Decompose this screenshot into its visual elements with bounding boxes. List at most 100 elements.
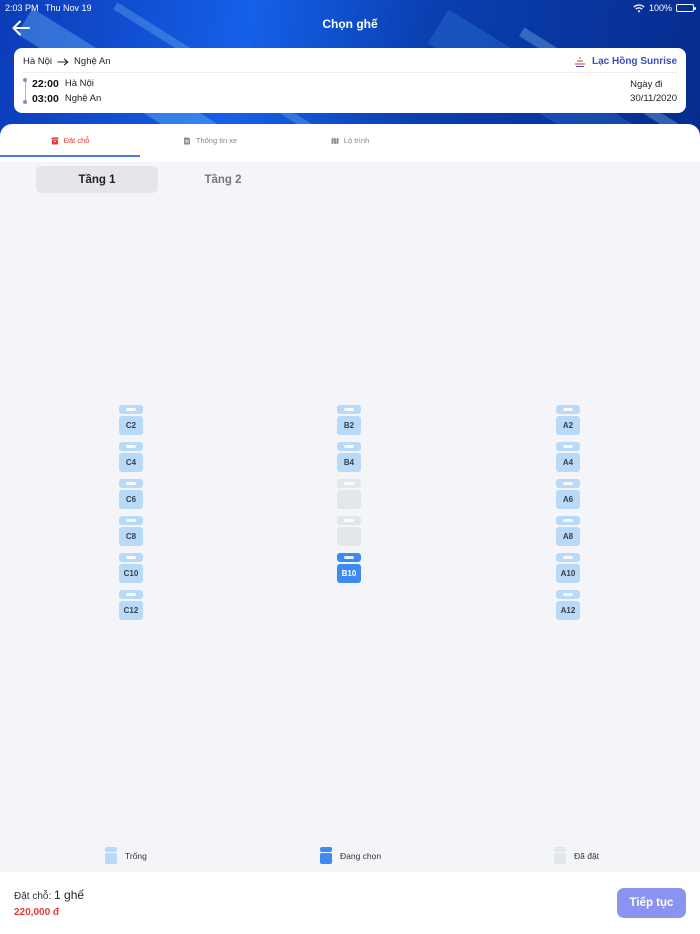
seat-b4[interactable]: B4 [337, 442, 361, 472]
bus-operator-name: Lạc Hồng Sunrise [591, 56, 677, 67]
seat-label: C12 [119, 601, 143, 620]
tab-route-label: Lộ trình [343, 136, 370, 145]
seat-label: A8 [556, 527, 580, 546]
arrival-stop: 03:00 Nghệ An [32, 93, 101, 105]
seat-headrest [337, 442, 361, 451]
seat-c2[interactable]: C2 [119, 405, 143, 435]
document-icon [183, 137, 190, 144]
seat-empty-icon [105, 847, 117, 864]
seat-headrest [337, 553, 361, 562]
seat-label: A10 [556, 564, 580, 583]
seat-headrest [337, 516, 361, 525]
legend-booked-label: Đã đặt [574, 850, 600, 861]
seat-a6[interactable]: A6 [556, 479, 580, 509]
continue-button[interactable]: Tiếp tục [617, 888, 686, 918]
seat-a8[interactable]: A8 [556, 516, 580, 546]
page-title: Chọn ghế [322, 17, 378, 31]
seat-c10[interactable]: C10 [119, 553, 143, 583]
legend-selected-label: Đang chọn [340, 850, 382, 861]
wifi-icon [633, 3, 645, 12]
seat-label: C6 [119, 490, 143, 509]
trip-timeline [23, 78, 27, 104]
seat-a10[interactable]: A10 [556, 553, 580, 583]
legend-empty: Trống [105, 847, 147, 864]
seat-label: B2 [337, 416, 361, 435]
active-tab-indicator [0, 155, 140, 157]
seat-label: C8 [119, 527, 143, 546]
seat-headrest [556, 590, 580, 599]
battery-percent: 100% [648, 3, 672, 13]
status-date: Thu Nov 19 [45, 3, 92, 13]
booked-count: 1 ghế [54, 888, 85, 902]
seat-b10[interactable]: B10 [337, 553, 361, 583]
seat-label: C10 [119, 564, 143, 583]
departure-date: Ngày đi 30/11/2020 [630, 78, 677, 106]
seat-booked-icon [554, 847, 566, 864]
seat-headrest [556, 516, 580, 525]
seat-headrest [119, 590, 143, 599]
booking-footer: Đặt chỗ: 1 ghế 220,000 đ Tiếp tục [0, 872, 700, 934]
seat-a12[interactable]: A12 [556, 590, 580, 620]
departure-stop: 22:00 Hà Nội [32, 78, 94, 90]
bus-operator[interactable]: Lạc Hồng Sunrise [574, 56, 677, 67]
seat-headrest [119, 516, 143, 525]
seat-c8[interactable]: C8 [119, 516, 143, 546]
seat-label: C2 [119, 416, 143, 435]
arrow-right-icon [57, 57, 69, 66]
departure-place: Hà Nội [64, 78, 94, 89]
route: Hà Nội Nghệ An [23, 56, 111, 67]
total-price: 220,000 đ [14, 907, 60, 918]
seat-label [337, 527, 361, 546]
tab-route[interactable]: Lộ trình [280, 124, 420, 157]
seat-headrest [556, 442, 580, 451]
seat-label [337, 490, 361, 509]
battery-icon [676, 4, 696, 12]
tab-bus-info-label: Thông tin xe [195, 136, 238, 145]
tab-booking-label: Đặt chỗ [63, 136, 90, 145]
seat-selected-icon [320, 847, 332, 864]
seat-headrest [119, 479, 143, 488]
seat-label: B4 [337, 453, 361, 472]
seat-booked [337, 516, 361, 546]
seat-a2[interactable]: A2 [556, 405, 580, 435]
legend-selected: Đang chọn [320, 847, 381, 864]
status-time: 2:03 PM [5, 3, 39, 13]
seat-c4[interactable]: C4 [119, 442, 143, 472]
booked-summary: Đặt chỗ: 1 ghế [14, 888, 84, 902]
tab-booking[interactable]: Đặt chỗ [0, 124, 140, 157]
seat-label: A2 [556, 416, 580, 435]
legend-booked: Đã đặt [554, 847, 599, 864]
tab-bus-info[interactable]: Thông tin xe [140, 124, 280, 157]
seat-label: C4 [119, 453, 143, 472]
bus-operator-logo-icon [574, 56, 585, 67]
seat-b2[interactable]: B2 [337, 405, 361, 435]
seat-headrest [119, 405, 143, 414]
seat-booked [337, 479, 361, 509]
booking-icon [51, 137, 59, 144]
floor-1-tab[interactable]: Tầng 1 [36, 166, 158, 193]
arrival-time: 03:00 [32, 93, 59, 105]
route-to: Nghệ An [74, 56, 111, 67]
seat-label: A12 [556, 601, 580, 620]
seat-headrest [337, 405, 361, 414]
seat-headrest [119, 553, 143, 562]
seat-headrest [556, 479, 580, 488]
legend-empty-label: Trống [125, 850, 147, 861]
departure-date-label: Ngày đi [630, 79, 663, 90]
booked-label: Đặt chỗ: [14, 891, 52, 902]
seat-c12[interactable]: C12 [119, 590, 143, 620]
seat-headrest [119, 442, 143, 451]
floor-2-tab[interactable]: Tầng 2 [162, 166, 284, 193]
seat-headrest [556, 405, 580, 414]
seat-headrest [337, 479, 361, 488]
departure-date-value: 30/11/2020 [630, 93, 677, 104]
status-bar: 2:03 PM Thu Nov 19 100% [0, 0, 700, 14]
seat-label: B10 [337, 564, 361, 583]
tab-bar: Đặt chỗ Thông tin xe Lộ trình [0, 124, 700, 162]
seat-a4[interactable]: A4 [556, 442, 580, 472]
route-from: Hà Nội [23, 56, 53, 67]
map-icon [331, 137, 339, 144]
seat-c6[interactable]: C6 [119, 479, 143, 509]
card-divider [23, 72, 677, 73]
arrival-place: Nghệ An [64, 93, 102, 104]
